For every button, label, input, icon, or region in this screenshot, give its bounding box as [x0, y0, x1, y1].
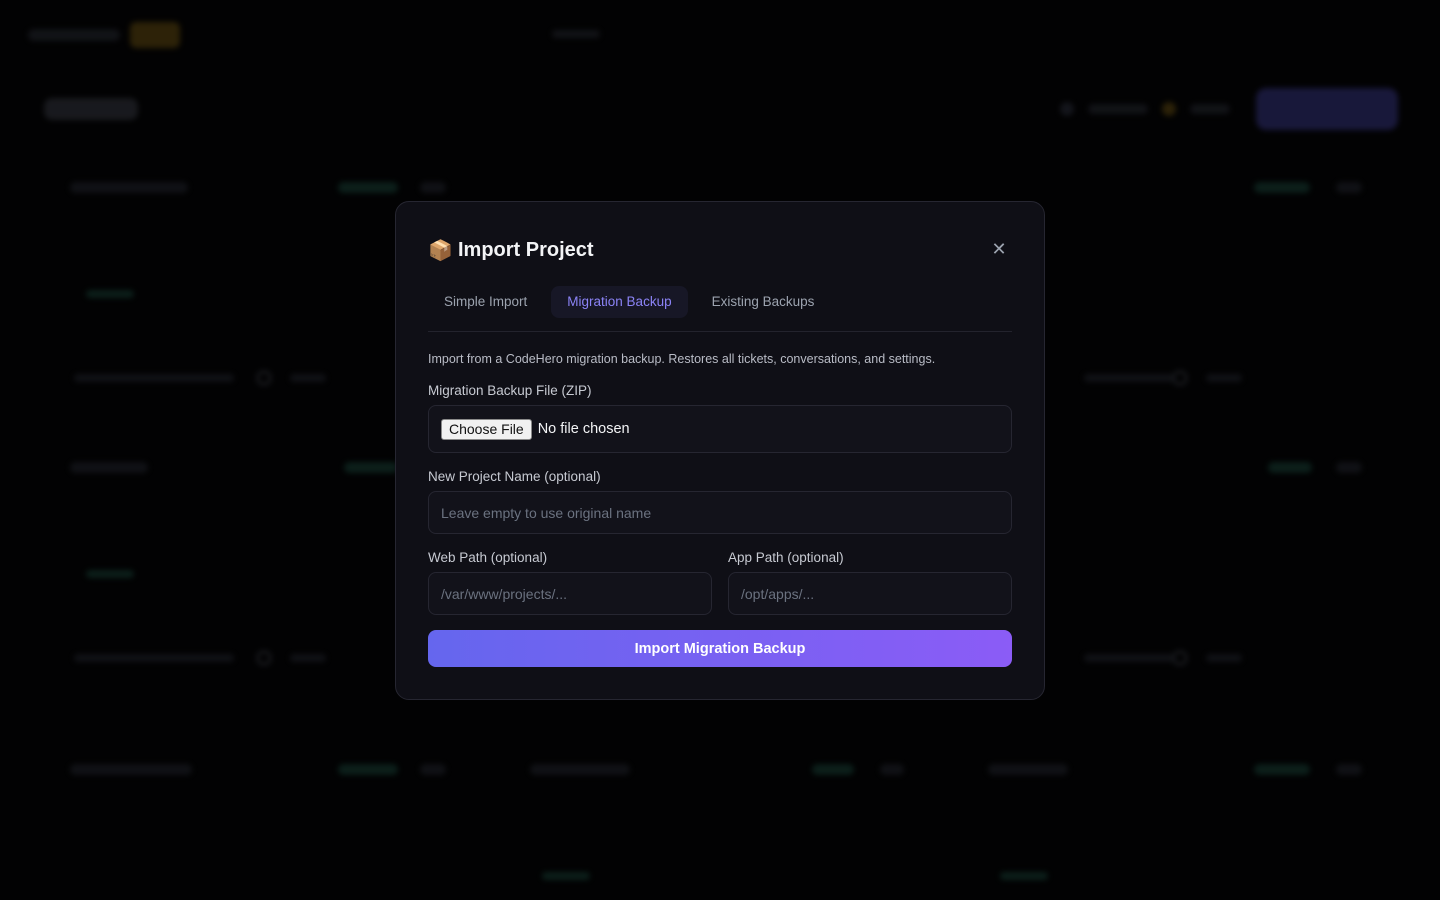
- modal-title: Import Project: [458, 238, 594, 261]
- package-icon: 📦: [428, 238, 453, 262]
- import-migration-backup-button[interactable]: Import Migration Backup: [428, 630, 1012, 667]
- web-path-label: Web Path (optional): [428, 550, 548, 565]
- close-icon: ✕: [991, 239, 1007, 260]
- backup-file-label: Migration Backup File (ZIP): [428, 383, 592, 398]
- backup-file-input[interactable]: Choose File No file chosen: [428, 405, 1012, 453]
- project-name-label: New Project Name (optional): [428, 469, 601, 484]
- tab-simple-import[interactable]: Simple Import: [428, 286, 543, 318]
- file-status: No file chosen: [537, 420, 630, 437]
- import-project-modal: 📦 Import Project ✕ Simple Import Migrati…: [395, 201, 1045, 700]
- import-tabs: Simple Import Migration Backup Existing …: [428, 286, 1012, 332]
- app-path-input[interactable]: [728, 572, 1012, 615]
- tab-migration-backup[interactable]: Migration Backup: [551, 286, 688, 318]
- tab-existing-backups[interactable]: Existing Backups: [696, 286, 831, 318]
- choose-file-button[interactable]: Choose File: [441, 418, 532, 440]
- migration-description: Import from a CodeHero migration backup.…: [428, 352, 936, 366]
- web-path-input[interactable]: [428, 572, 712, 615]
- app-path-label: App Path (optional): [728, 550, 844, 565]
- close-button[interactable]: ✕: [986, 237, 1012, 263]
- modal-header: 📦 Import Project ✕: [428, 235, 1012, 265]
- project-name-input[interactable]: [428, 491, 1012, 534]
